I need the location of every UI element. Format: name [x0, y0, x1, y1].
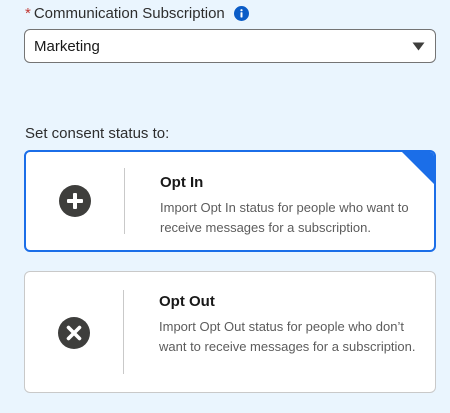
plus-circle-icon: [59, 185, 91, 217]
opt-in-title: Opt In: [160, 174, 204, 191]
card-divider: [123, 290, 124, 374]
chevron-down-icon: [412, 42, 425, 51]
field-label-text: Communication Subscription: [33, 4, 225, 22]
opt-in-text: Opt In Import Opt In status for people w…: [160, 174, 422, 237]
opt-out-description: Import Opt Out status for people who don…: [159, 319, 416, 354]
consent-status-label: Set consent status to:: [25, 125, 170, 142]
import-consent-panel: * Communication Subscription Marketing S…: [0, 0, 450, 413]
communication-subscription-select[interactable]: Marketing: [24, 29, 436, 63]
close-circle-icon: [58, 317, 90, 349]
opt-out-title: Opt Out: [159, 293, 215, 310]
opt-in-description: Import Opt In status for people who want…: [160, 200, 409, 235]
opt-out-text: Opt Out Import Opt Out status for people…: [159, 293, 421, 356]
info-icon[interactable]: [233, 5, 249, 21]
select-value: Marketing: [34, 37, 100, 55]
opt-in-option-card[interactable]: Opt In Import Opt In status for people w…: [24, 150, 436, 252]
opt-out-option-card[interactable]: Opt Out Import Opt Out status for people…: [24, 271, 436, 393]
communication-subscription-label: * Communication Subscription: [25, 3, 249, 23]
required-marker: *: [25, 4, 31, 22]
card-divider: [124, 168, 125, 234]
